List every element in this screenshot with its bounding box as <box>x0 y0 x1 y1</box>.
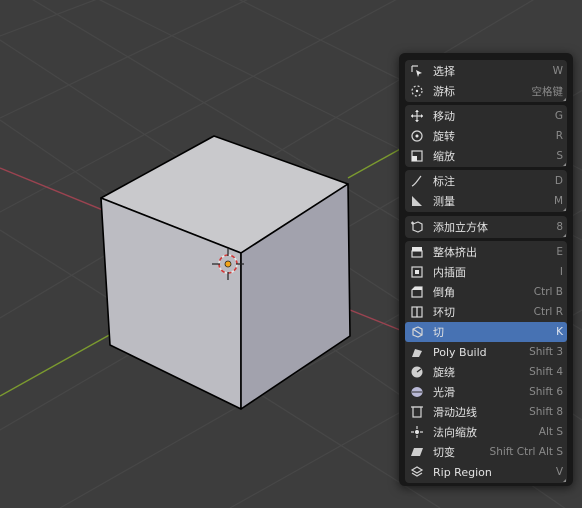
poly-build-icon <box>410 345 424 359</box>
tool-label: 游标 <box>433 85 455 98</box>
tool-item[interactable]: 切变 Shift Ctrl Alt S <box>405 442 567 462</box>
add-cube-icon <box>410 220 424 234</box>
tool-group: 添加立方体 8 <box>405 216 567 238</box>
tool-label: 光滑 <box>433 386 455 399</box>
tool-label: 缩放 <box>433 150 455 163</box>
submenu-corner-icon <box>563 479 566 482</box>
tool-item[interactable]: 整体挤出 E <box>405 242 567 262</box>
tool-item[interactable]: 移动 G <box>405 106 567 126</box>
rotate-icon <box>410 129 424 143</box>
shortcut-label: S <box>556 150 563 162</box>
shortcut-label: Shift Ctrl Alt S <box>489 446 563 458</box>
tool-label: 法向缩放 <box>433 426 477 439</box>
scale-icon <box>410 149 424 163</box>
shortcut-label: 空格键 <box>531 85 564 98</box>
shortcut-label: E <box>556 246 563 258</box>
inset-faces-icon <box>410 265 424 279</box>
shortcut-label: Ctrl B <box>533 286 563 298</box>
move-icon <box>410 109 424 123</box>
cursor-icon <box>410 84 424 98</box>
tool-item[interactable]: 倒角 Ctrl B <box>405 282 567 302</box>
tool-item[interactable]: 切K <box>405 322 567 342</box>
shear-icon <box>410 445 424 459</box>
shortcut-label: D <box>554 175 563 187</box>
shortcut-label: Alt S <box>538 426 563 438</box>
tool-item[interactable]: 测量 M <box>405 191 567 211</box>
tool-group: 移动 G 旋转 R 缩放 S <box>405 105 567 167</box>
shortcut-label: R <box>555 130 563 142</box>
tool-group: 整体挤出 E 内插面 I 倒角 Ctrl B 环切 Ctrl R 切 K Poly Build Shi… <box>405 241 567 483</box>
shortcut-label: 8 <box>556 221 563 233</box>
bevel-icon <box>410 285 424 299</box>
tool-item[interactable]: 标注 D <box>405 171 567 191</box>
submenu-corner-icon <box>563 98 566 101</box>
tool-label: Poly Build <box>433 345 487 359</box>
tool-label: 移动 <box>433 110 455 123</box>
shortcut-label: W <box>552 65 563 77</box>
tool-item[interactable]: 法向缩放 Alt S <box>405 422 567 442</box>
tool-group: 标注 D 测量 M <box>405 170 567 212</box>
shrink-fatten-icon <box>410 425 424 439</box>
tool-label: 切变 <box>433 446 455 459</box>
shortcut-label: K <box>556 326 563 338</box>
shortcut-label: Shift 4 <box>529 366 563 378</box>
smooth-icon <box>410 385 424 399</box>
tool-label: 选择 <box>433 65 455 78</box>
tool-item[interactable]: 旋绕 Shift 4 <box>405 362 567 382</box>
tool-label: 内插面 <box>433 266 466 279</box>
tool-item[interactable]: Poly Build Shift 3 <box>405 342 567 362</box>
tool-label: 旋绕 <box>433 366 455 379</box>
shortcut-label: Shift 8 <box>529 406 563 418</box>
tool-label: 切 <box>433 326 444 339</box>
annotate-icon <box>410 174 424 188</box>
tool-item[interactable]: 滑动边线 Shift 8 <box>405 402 567 422</box>
shortcut-label: M <box>553 195 563 207</box>
shortcut-label: I <box>559 266 563 278</box>
edge-slide-icon <box>410 405 424 419</box>
submenu-corner-icon <box>563 234 566 237</box>
submenu-corner-icon <box>563 208 566 211</box>
knife-icon <box>410 325 424 339</box>
tool-label: 倒角 <box>433 286 455 299</box>
shortcut-label: Shift 6 <box>529 386 563 398</box>
shortcut-label: Shift 3 <box>529 346 563 358</box>
tool-label: 环切 <box>433 306 455 319</box>
tool-item[interactable]: 游标 空格键 <box>405 81 567 101</box>
tool-item[interactable]: 环切 Ctrl R <box>405 302 567 322</box>
tool-label: 添加立方体 <box>433 221 488 234</box>
tool-label: 测量 <box>433 195 455 208</box>
tool-item[interactable]: Rip Region V <box>405 462 567 482</box>
tool-item[interactable]: 光滑 Shift 6 <box>405 382 567 402</box>
measure-icon <box>410 194 424 208</box>
tool-item[interactable]: 内插面 I <box>405 262 567 282</box>
tool-item[interactable]: 缩放 S <box>405 146 567 166</box>
tool-item[interactable]: 旋转 R <box>405 126 567 146</box>
tool-label: 标注 <box>433 175 455 188</box>
tool-item[interactable]: 添加立方体 8 <box>405 217 567 237</box>
tool-label: 滑动边线 <box>433 406 477 419</box>
tool-label: 整体挤出 <box>433 246 477 259</box>
select-box-icon <box>410 64 424 78</box>
tool-group: 选择 W 游标 空格键 <box>405 60 567 102</box>
loop-cut-icon <box>410 305 424 319</box>
rip-region-icon <box>410 465 424 479</box>
shortcut-label: G <box>554 110 563 122</box>
shortcut-label: V <box>555 466 563 478</box>
tool-item[interactable]: 选择 W <box>405 61 567 81</box>
submenu-corner-icon <box>563 163 566 166</box>
tool-menu: 选择 W 游标 空格键移动 G 旋转 R 缩放 S 标注 D 测量 M 添加立方体 8 整体挤出 E 内插面 I 倒角… <box>399 53 573 486</box>
extrude-region-icon <box>410 245 424 259</box>
tool-label: 旋转 <box>433 130 455 143</box>
tool-label: Rip Region <box>433 465 492 479</box>
shortcut-label: Ctrl R <box>533 306 563 318</box>
spin-icon <box>410 365 424 379</box>
